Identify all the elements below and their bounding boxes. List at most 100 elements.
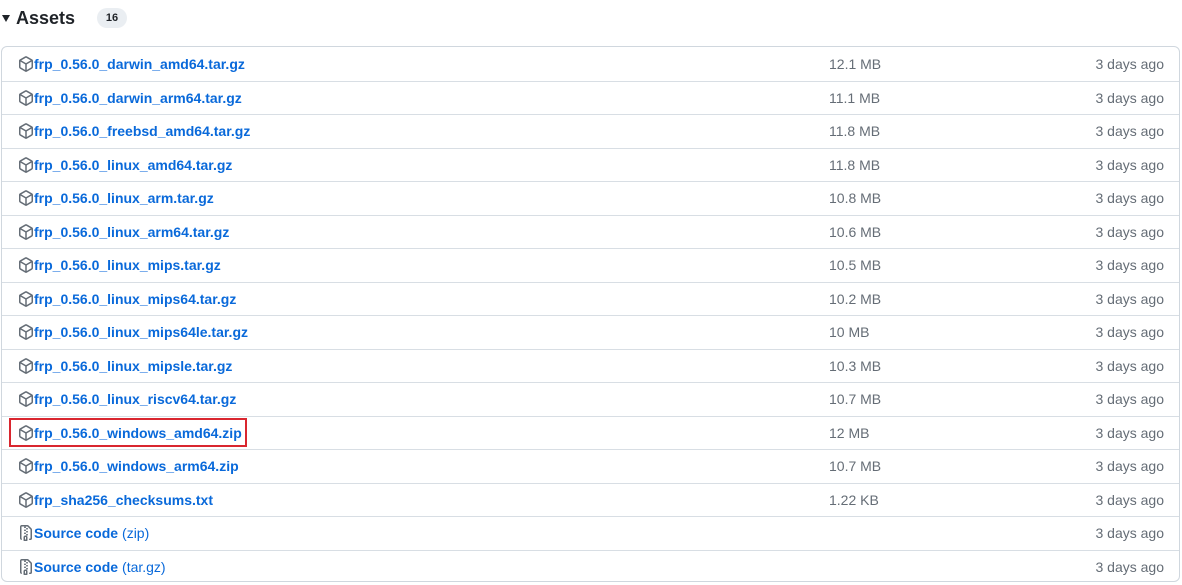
- asset-row: Source code (zip) 3 days ago: [2, 516, 1179, 550]
- asset-row: frp_0.56.0_linux_mips64.tar.gz 10.2 MB 3 d…: [2, 281, 1179, 316]
- asset-download-link[interactable]: Source code (tar.gz): [34, 559, 166, 575]
- package-icon: [18, 89, 34, 106]
- asset-name-cell: frp_0.56.0_linux_mipsle.tar.gz: [18, 350, 232, 383]
- asset-size: 10.8 MB: [829, 190, 882, 207]
- asset-row: frp_0.56.0_linux_arm64.tar.gz 10.6 MB 3 da…: [2, 214, 1179, 249]
- asset-timestamp: 3 days ago: [1095, 89, 1165, 106]
- asset-name: frp_0.56.0_linux_amd64.tar.gz: [34, 156, 233, 173]
- asset-row: frp_0.56.0_linux_mipsle.tar.gz 10.3 MB 3 d…: [2, 348, 1179, 383]
- asset-name-cell: frp_0.56.0_windows_amd64.zip: [18, 417, 242, 450]
- asset-download-link[interactable]: frp_0.56.0_linux_amd64.tar.gz: [34, 157, 232, 173]
- asset-timestamp: 3 days ago: [1095, 357, 1165, 374]
- asset-download-link[interactable]: frp_0.56.0_linux_mips64.tar.gz: [34, 291, 236, 307]
- asset-row: frp_0.56.0_darwin_arm64.tar.gz 11.1 MB 3 d…: [2, 80, 1179, 115]
- asset-timestamp: 3 days ago: [1095, 257, 1165, 274]
- asset-name-cell: frp_0.56.0_linux_arm.tar.gz: [18, 182, 214, 215]
- asset-name-cell: frp_0.56.0_linux_riscv64.tar.gz: [18, 383, 236, 416]
- asset-row: frp_0.56.0_linux_mips.tar.gz 10.5 MB 3 day…: [2, 248, 1179, 282]
- asset-download-link[interactable]: frp_0.56.0_linux_mips.tar.gz: [34, 257, 221, 273]
- asset-size: 10.3 MB: [829, 357, 882, 374]
- asset-download-link[interactable]: frp_0.56.0_darwin_amd64.tar.gz: [34, 56, 245, 72]
- package-icon: [18, 156, 34, 173]
- asset-name: Source code: [34, 558, 119, 575]
- asset-name: frp_0.56.0_windows_amd64.zip: [34, 424, 242, 441]
- asset-name-cell: frp_0.56.0_linux_mips64.tar.gz: [18, 283, 236, 316]
- assets-title[interactable]: Assets: [16, 8, 75, 29]
- asset-timestamp: 3 days ago: [1095, 391, 1165, 408]
- asset-download-link[interactable]: frp_0.56.0_linux_riscv64.tar.gz: [34, 391, 236, 407]
- asset-download-link[interactable]: frp_0.56.0_linux_arm.tar.gz: [34, 190, 214, 206]
- package-icon: [18, 257, 34, 274]
- asset-timestamp: 3 days ago: [1095, 190, 1165, 207]
- asset-name: frp_0.56.0_linux_mips64le.tar.gz: [34, 324, 248, 341]
- asset-download-link[interactable]: frp_0.56.0_linux_mips64le.tar.gz: [34, 324, 248, 340]
- asset-size: 10.2 MB: [829, 290, 882, 307]
- asset-download-link[interactable]: Source code (zip): [34, 525, 149, 541]
- asset-timestamp: 3 days ago: [1095, 491, 1165, 508]
- asset-name: frp_0.56.0_linux_riscv64.tar.gz: [34, 391, 237, 408]
- asset-row: frp_0.56.0_darwin_amd64.tar.gz 12.1 MB 3 d…: [2, 47, 1179, 81]
- asset-timestamp: 3 days ago: [1095, 324, 1165, 341]
- package-icon: [18, 458, 34, 475]
- caret-down-icon[interactable]: [2, 15, 10, 22]
- package-icon: [18, 223, 34, 240]
- assets-count-badge: 16: [97, 8, 128, 28]
- asset-archive-format: (zip): [122, 525, 150, 542]
- asset-name-cell: frp_0.56.0_darwin_arm64.tar.gz: [18, 82, 242, 115]
- package-icon: [18, 55, 34, 72]
- package-icon: [18, 190, 34, 207]
- asset-name-cell: frp_sha256_checksums.txt: [18, 484, 213, 517]
- asset-download-link[interactable]: frp_0.56.0_freebsd_amd64.tar.gz: [34, 123, 250, 139]
- asset-size: 11.8 MB: [829, 123, 881, 140]
- asset-name: frp_0.56.0_freebsd_amd64.tar.gz: [34, 123, 251, 140]
- asset-download-link[interactable]: frp_0.56.0_windows_arm64.zip: [34, 458, 239, 474]
- asset-name-cell: frp_0.56.0_linux_mips64le.tar.gz: [18, 316, 248, 349]
- asset-timestamp: 3 days ago: [1095, 424, 1165, 441]
- asset-timestamp: 3 days ago: [1095, 458, 1165, 475]
- asset-download-link[interactable]: frp_sha256_checksums.txt: [34, 492, 213, 508]
- asset-name-cell: frp_0.56.0_windows_arm64.zip: [18, 450, 239, 483]
- asset-name-cell: Source code (tar.gz): [18, 551, 166, 582]
- asset-row: Source code (tar.gz) 3 days ago: [2, 549, 1179, 582]
- asset-archive-format: (tar.gz): [122, 558, 166, 575]
- asset-timestamp: 3 days ago: [1095, 156, 1165, 173]
- asset-timestamp: 3 days ago: [1095, 123, 1165, 140]
- asset-timestamp: 3 days ago: [1095, 55, 1165, 72]
- asset-name-cell: frp_0.56.0_linux_mips.tar.gz: [18, 249, 221, 282]
- asset-timestamp: 3 days ago: [1095, 290, 1165, 307]
- assets-list: frp_0.56.0_darwin_amd64.tar.gz 12.1 MB 3 d…: [1, 46, 1180, 582]
- asset-size: 10 MB: [829, 324, 870, 341]
- asset-download-link[interactable]: frp_0.56.0_linux_arm64.tar.gz: [34, 224, 229, 240]
- asset-row: frp_0.56.0_linux_arm.tar.gz 10.8 MB 3 days…: [2, 181, 1179, 215]
- asset-name: frp_0.56.0_linux_mips.tar.gz: [34, 257, 221, 274]
- package-icon: [18, 290, 34, 307]
- asset-name: frp_0.56.0_windows_arm64.zip: [34, 458, 239, 475]
- asset-row: frp_0.56.0_freebsd_amd64.tar.gz 11.8 MB 3 …: [2, 114, 1179, 148]
- assets-header[interactable]: Assets 16: [0, 0, 128, 36]
- asset-download-link[interactable]: frp_0.56.0_darwin_arm64.tar.gz: [34, 90, 242, 106]
- asset-name: Source code: [34, 525, 119, 542]
- asset-size: 11.8 MB: [829, 156, 881, 173]
- asset-name-cell: frp_0.56.0_freebsd_amd64.tar.gz: [18, 115, 250, 148]
- asset-download-link[interactable]: frp_0.56.0_windows_amd64.zip: [34, 425, 242, 441]
- package-icon: [18, 424, 34, 441]
- asset-size: 12 MB: [829, 424, 870, 441]
- package-icon: [18, 391, 34, 408]
- asset-row: frp_0.56.0_linux_riscv64.tar.gz 10.7 MB 3 …: [2, 382, 1179, 416]
- asset-size: 11.1 MB: [829, 89, 881, 106]
- asset-timestamp: 3 days ago: [1095, 525, 1165, 542]
- asset-row: frp_0.56.0_windows_amd64.zip 12 MB 3 days …: [2, 415, 1179, 450]
- file-zip-icon: [18, 558, 34, 575]
- asset-download-link[interactable]: frp_0.56.0_linux_mipsle.tar.gz: [34, 358, 232, 374]
- asset-timestamp: 3 days ago: [1095, 223, 1165, 240]
- asset-row: frp_sha256_checksums.txt 1.22 KB 3 days ag…: [2, 482, 1179, 517]
- asset-row: frp_0.56.0_windows_arm64.zip 10.7 MB 3 day…: [2, 449, 1179, 483]
- asset-size: 10.6 MB: [829, 223, 882, 240]
- package-icon: [18, 491, 34, 508]
- asset-name: frp_0.56.0_linux_mips64.tar.gz: [34, 290, 237, 307]
- asset-name: frp_0.56.0_linux_arm64.tar.gz: [34, 223, 230, 240]
- package-icon: [18, 123, 34, 140]
- file-zip-icon: [18, 525, 34, 542]
- asset-name: frp_0.56.0_darwin_arm64.tar.gz: [34, 89, 242, 106]
- asset-name-cell: frp_0.56.0_darwin_amd64.tar.gz: [18, 47, 245, 81]
